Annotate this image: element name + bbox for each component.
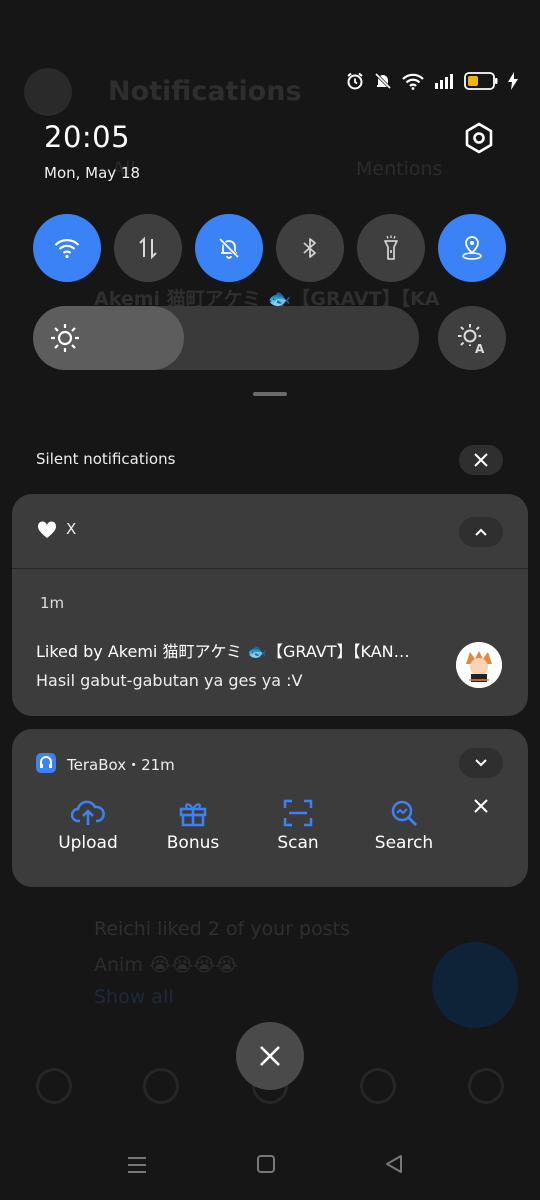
background-reichi: Reichi liked 2 of your posts: [94, 918, 350, 940]
chevron-up-icon: [475, 528, 487, 536]
notification-app-name: X: [66, 520, 77, 538]
status-bar: [346, 72, 518, 90]
auto-brightness-icon: A: [458, 324, 485, 354]
close-icon: [260, 1046, 280, 1066]
scan-label: Scan: [277, 833, 319, 853]
tile-mobile-data[interactable]: [114, 214, 182, 282]
date: Mon, May 18: [44, 164, 141, 182]
notification-header: X: [12, 494, 528, 569]
scan-icon: [283, 799, 313, 827]
clock: 20:05: [44, 120, 131, 154]
silent-notifications-label: Silent notifications: [36, 450, 176, 468]
battery-icon: [464, 72, 498, 90]
wifi-icon: [402, 73, 424, 90]
heart-icon: [37, 521, 57, 538]
gift-icon: [179, 803, 207, 827]
background-title: Notifications: [108, 76, 302, 107]
tile-flashlight[interactable]: [357, 214, 425, 282]
notification-text: Hasil gabut-gabutan ya ges ya :V: [36, 671, 303, 690]
alarm-icon: [347, 72, 363, 90]
flashlight-icon: [384, 235, 398, 260]
recents-icon[interactable]: [126, 1154, 148, 1176]
svg-text:A: A: [475, 342, 485, 354]
background-anim: Anim 😭😭😭😭: [94, 954, 238, 976]
anime-avatar-image: [456, 642, 502, 688]
auto-brightness-button[interactable]: A: [438, 306, 506, 370]
cloud-upload-icon: [71, 800, 105, 825]
tile-location[interactable]: [438, 214, 506, 282]
tile-bluetooth[interactable]: [276, 214, 344, 282]
search-icon: [391, 800, 417, 826]
background-avatar: [24, 68, 72, 116]
settings-icon[interactable]: [462, 121, 496, 155]
bluetooth-icon: [303, 238, 316, 258]
upload-label: Upload: [58, 833, 118, 853]
cloud-icon: [40, 756, 52, 768]
terabox-app-icon: [36, 753, 56, 773]
mobile-data-icon: [139, 236, 157, 260]
notification-terabox[interactable]: TeraBox・21m Upload Bonus Scan Search: [12, 729, 528, 887]
background-fab: [432, 942, 518, 1028]
back-icon[interactable]: [384, 1154, 404, 1174]
background-tab-mentions: Mentions: [356, 158, 443, 180]
sun-icon: [51, 324, 79, 352]
notification-time: 1m: [40, 594, 65, 612]
location-icon: [462, 236, 482, 260]
signal-icon: [435, 74, 453, 89]
system-nav-bar: [0, 1140, 540, 1200]
close-icon[interactable]: [470, 795, 492, 817]
tile-wifi[interactable]: [33, 214, 101, 282]
brightness-slider[interactable]: [33, 306, 419, 370]
silent-bell-icon: [218, 237, 240, 259]
bonus-label: Bonus: [166, 833, 220, 853]
notification-app-name: TeraBox・21m: [67, 756, 175, 774]
home-icon[interactable]: [256, 1154, 276, 1174]
upload-action[interactable]: Upload: [38, 799, 138, 853]
chevron-down-icon: [475, 759, 487, 767]
background-show-all: Show all: [94, 986, 174, 1008]
notification-x[interactable]: X 1m Liked by Akemi 猫町アケミ 🐟【GRAVT】【KAN… …: [12, 494, 528, 716]
search-label: Search: [374, 833, 434, 853]
wifi-icon: [54, 239, 80, 259]
notification-title: Liked by Akemi 猫町アケミ 🐟【GRAVT】【KAN…: [36, 642, 410, 661]
drag-handle[interactable]: [253, 392, 287, 396]
mute-icon: [374, 72, 392, 90]
clear-silent-button[interactable]: [459, 445, 503, 475]
expand-button[interactable]: [459, 748, 503, 778]
charging-icon: [508, 72, 518, 90]
bonus-action[interactable]: Bonus: [143, 799, 243, 853]
search-action[interactable]: Search: [354, 799, 454, 853]
tile-silent[interactable]: [195, 214, 263, 282]
collapse-button[interactable]: [459, 517, 503, 547]
notification-thumbnail: [456, 642, 502, 688]
close-icon: [474, 453, 488, 467]
clear-all-button[interactable]: [236, 1022, 304, 1090]
scan-action[interactable]: Scan: [248, 799, 348, 853]
